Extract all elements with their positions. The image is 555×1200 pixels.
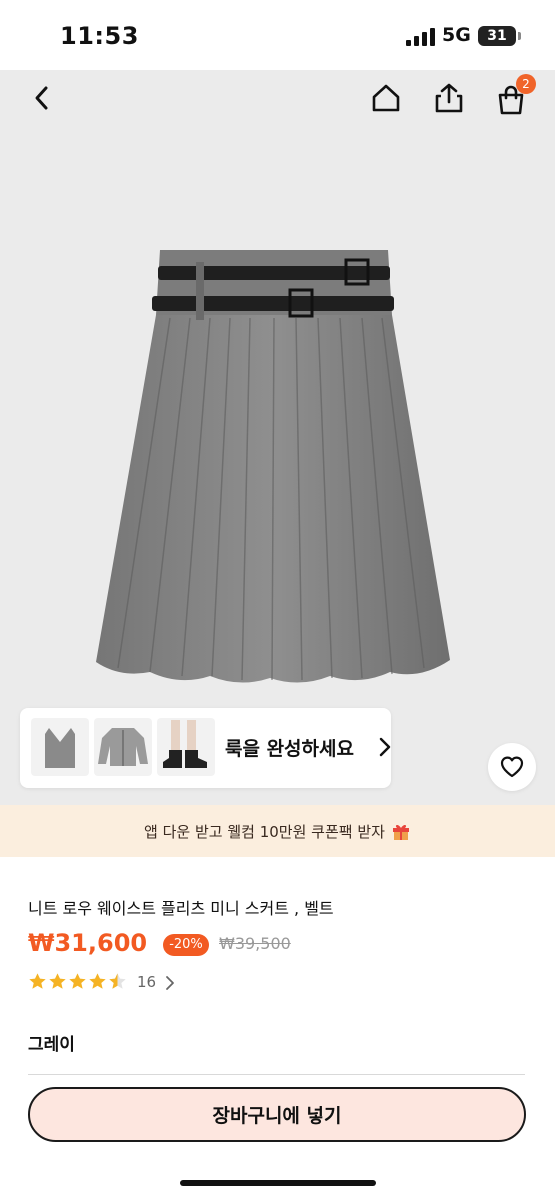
rating-stars[interactable] xyxy=(28,972,127,992)
vest-image xyxy=(45,728,75,768)
product-title: 니트 로우 웨이스트 플리츠 미니 스커트 , 벨트 xyxy=(28,899,334,918)
promo-text: 앱 다운 받고 웰컴 10만원 쿠폰팩 받자 xyxy=(144,822,385,841)
star-icon xyxy=(49,973,66,989)
share-button[interactable] xyxy=(427,76,471,120)
outfit-thumb-jacket[interactable] xyxy=(94,718,152,776)
review-count[interactable]: 16 xyxy=(137,973,156,991)
gift-icon xyxy=(392,824,409,840)
chevron-right-icon[interactable] xyxy=(165,975,175,991)
status-time: 11:53 xyxy=(60,22,139,50)
star-half-icon xyxy=(109,973,126,989)
app-coupon-banner[interactable]: 앱 다운 받고 웰컴 10만원 쿠폰팩 받자 xyxy=(0,805,555,857)
product-image[interactable] xyxy=(90,240,470,710)
divider xyxy=(28,1074,525,1075)
outfit-label: 룩을 완성하세요 xyxy=(225,738,354,760)
discount-badge: -20% xyxy=(163,934,209,956)
add-to-cart-button[interactable]: 장바구니에 넣기 xyxy=(28,1087,526,1142)
complete-the-look-card[interactable]: 룩을 완성하세요 xyxy=(20,708,391,788)
product-hero: 2 룩을 완성하세요 xyxy=(0,70,555,805)
favorite-button[interactable] xyxy=(488,743,536,791)
battery-icon: 31 xyxy=(478,26,516,46)
selected-color[interactable]: 그레이 xyxy=(28,1030,75,1055)
chevron-right-icon xyxy=(379,737,391,757)
back-button[interactable] xyxy=(20,76,64,120)
signal-icon xyxy=(406,28,436,46)
heart-icon xyxy=(500,756,524,778)
outfit-thumb-boots[interactable] xyxy=(157,718,215,776)
network-type: 5G xyxy=(442,24,471,46)
share-icon xyxy=(435,83,463,113)
outfit-thumb-vest[interactable] xyxy=(31,718,89,776)
home-button[interactable] xyxy=(364,76,408,120)
home-indicator xyxy=(180,1180,376,1186)
battery-tip xyxy=(518,32,521,40)
star-icon xyxy=(89,973,106,989)
star-icon xyxy=(29,973,46,989)
jacket-image xyxy=(98,728,148,766)
status-bar: 11:53 5G 31 xyxy=(0,0,555,70)
original-price: ₩39,500 xyxy=(219,934,291,953)
star-icon xyxy=(69,973,86,989)
sale-price: ₩31,600 xyxy=(28,929,148,957)
chevron-left-icon xyxy=(35,86,48,110)
cart-count-badge: 2 xyxy=(516,74,536,94)
home-icon xyxy=(372,84,400,112)
boots-image xyxy=(163,720,207,768)
